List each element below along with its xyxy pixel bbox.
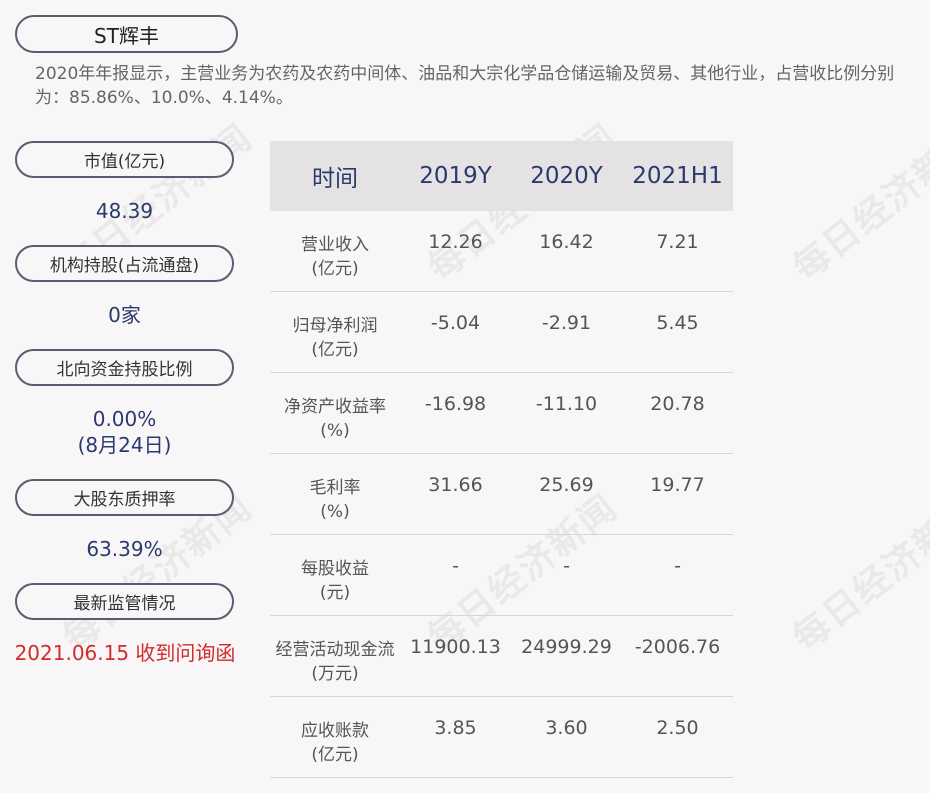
watermark: 每日经济新闻 [785,116,930,290]
header-2019: 2019Y [419,163,492,189]
cell-value: 3.60 [545,717,588,739]
cell-value: - [674,555,681,577]
table-row: 毛利率 (%) 31.66 25.69 19.77 [270,454,733,535]
table-row: 应收账款 (亿元) 3.85 3.60 2.50 [270,697,733,778]
institution-label: 机构持股(占流通盘) [15,245,234,282]
stock-title: ST辉丰 [15,15,238,53]
row-label: 应收账款 (亿元) [301,721,369,765]
row-label: 毛利率 (%) [309,478,361,522]
cell-value: 5.45 [656,312,699,334]
header-time: 时间 [312,166,358,192]
table-header: 时间 2019Y 2020Y 2021H1 [270,141,733,211]
cell-value: -16.98 [424,393,487,415]
cell-value: 24999.29 [521,636,612,658]
cell-value: 16.42 [539,231,594,253]
row-label: 经营活动现金流 (万元) [275,640,395,684]
cell-value: -5.04 [430,312,481,334]
cell-value: - [452,555,459,577]
row-label: 归母净利润 (亿元) [292,316,378,360]
cell-value: 19.77 [650,474,705,496]
pledge-value: 63.39% [86,537,163,561]
header-2021h1: 2021H1 [632,163,723,189]
table-row: 归母净利润 (亿元) -5.04 -2.91 5.45 [270,292,733,373]
cell-value: 3.85 [434,717,477,739]
market-value-label: 市值(亿元) [15,141,234,178]
market-value: 48.39 [95,199,154,223]
cell-value: 25.69 [539,474,594,496]
cell-value: -2006.76 [634,636,721,658]
northbound-label: 北向资金持股比例 [15,349,234,386]
northbound-value: 0.00% [92,407,157,431]
cell-value: -2.91 [541,312,592,334]
watermark: 每日经济新闻 [785,486,930,660]
cell-value: 12.26 [428,231,483,253]
row-label: 营业收入 (亿元) [301,235,369,279]
cell-value: 31.66 [428,474,483,496]
table-row: 净资产收益率 (%) -16.98 -11.10 20.78 [270,373,733,454]
cell-value: 11900.13 [410,636,501,658]
financial-table: 时间 2019Y 2020Y 2021H1 营业收入 (亿元) 12.26 16.… [270,141,733,778]
table-row: 每股收益 (元) - - - [270,535,733,616]
cell-value: - [563,555,570,577]
cell-value: 20.78 [650,393,705,415]
cell-value: -11.10 [535,393,598,415]
institution-value: 0家 [108,303,141,327]
business-intro: 2020年年报显示，主营业务为农药及农药中间体、油品和大宗化学品仓储运输及贸易、… [35,64,895,108]
header-2020: 2020Y [530,163,603,189]
row-label: 净资产收益率 (%) [284,397,386,441]
table-row: 营业收入 (亿元) 12.26 16.42 7.21 [270,211,733,292]
pledge-label: 大股东质押率 [15,479,234,516]
regulation-value: 2021.06.15 收到问询函 [14,641,236,665]
cell-value: 2.50 [656,717,699,739]
regulation-label: 最新监管情况 [15,583,234,620]
row-label: 每股收益 (元) [301,559,369,603]
northbound-date: (8月24日) [77,433,172,457]
cell-value: 7.21 [656,231,699,253]
table-row: 经营活动现金流 (万元) 11900.13 24999.29 -2006.76 [270,616,733,697]
